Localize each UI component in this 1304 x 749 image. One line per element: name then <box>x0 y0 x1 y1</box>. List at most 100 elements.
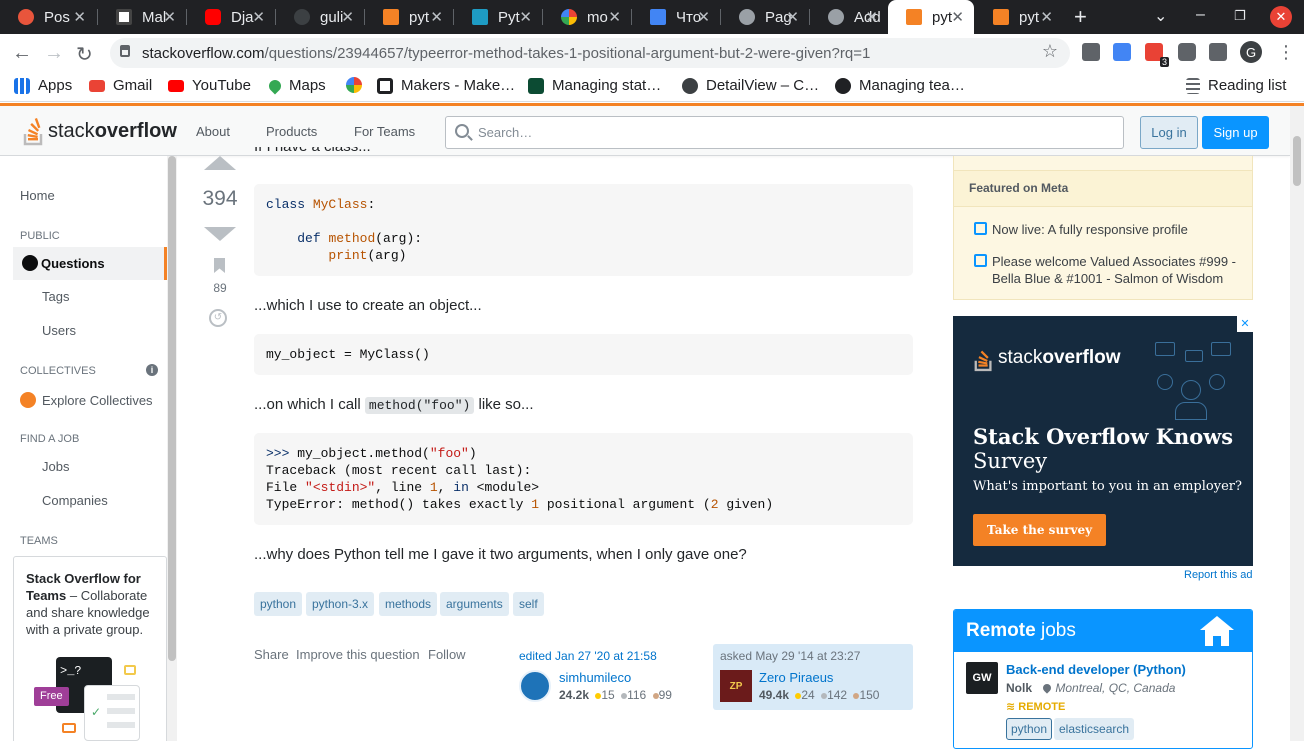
user-name[interactable]: simhumileco <box>559 670 631 685</box>
browser-tab[interactable]: guli ✕ <box>276 0 364 34</box>
job-tag-elasticsearch[interactable]: elasticsearch <box>1054 718 1135 740</box>
browser-tab[interactable]: mo ✕ <box>543 0 631 34</box>
nav-home[interactable]: Home <box>20 188 55 203</box>
page-scrollbar[interactable] <box>1290 106 1304 741</box>
close-tab-icon[interactable]: ✕ <box>163 8 176 26</box>
sidebar-scrollbar[interactable] <box>167 156 177 741</box>
close-tab-icon[interactable]: ✕ <box>341 8 354 26</box>
tag-arguments[interactable]: arguments <box>440 592 509 616</box>
close-window-button[interactable]: ✕ <box>1270 6 1292 28</box>
history-icon[interactable]: ↺ <box>209 309 227 327</box>
menu-icon[interactable]: ⋮ <box>1277 42 1295 63</box>
bookmark-gmail[interactable]: Gmail <box>89 77 152 94</box>
browser-tab[interactable]: pyt ✕ <box>365 0 453 34</box>
downvote-button[interactable] <box>204 227 236 241</box>
signup-button[interactable]: Sign up <box>1202 116 1269 149</box>
extension-icon[interactable] <box>1082 43 1100 61</box>
company-logo[interactable]: GW <box>966 662 998 694</box>
close-tab-icon[interactable]: ✕ <box>519 8 532 26</box>
browser-tab[interactable]: pyt ✕ <box>975 0 1063 34</box>
tab-search-icon[interactable]: ⌄ <box>1154 6 1167 26</box>
bookmark-github[interactable]: Managing tea… <box>835 77 965 94</box>
teams-promo[interactable]: Stack Overflow for Teams – Collaborate a… <box>13 556 167 741</box>
tag-methods[interactable]: methods <box>379 592 438 616</box>
bookmark-youtube[interactable]: YouTube <box>168 77 251 94</box>
browser-tab[interactable]: Dja ✕ <box>187 0 275 34</box>
back-button[interactable]: ← <box>12 42 32 65</box>
nav-about[interactable]: About <box>196 124 230 139</box>
so-logo[interactable]: stack overflow <box>22 116 177 146</box>
extension-badge-icon[interactable]: 3 <box>1145 43 1169 67</box>
edited-timestamp[interactable]: edited Jan 27 '20 at 21:58 <box>519 649 697 663</box>
close-tab-icon[interactable]: ✕ <box>697 8 710 26</box>
close-tab-icon[interactable]: ✕ <box>951 8 964 26</box>
avatar[interactable]: ZP <box>720 670 752 702</box>
share-link[interactable]: Share <box>254 647 289 662</box>
new-tab-button[interactable]: + <box>1074 4 1087 30</box>
search-icon <box>455 124 469 138</box>
forward-button[interactable]: → <box>44 42 64 65</box>
browser-tab[interactable]: Pyt ✕ <box>454 0 542 34</box>
close-tab-icon[interactable]: ✕ <box>252 8 265 26</box>
nav-products[interactable]: Products <box>266 124 317 139</box>
search-input[interactable]: Search… <box>445 116 1124 149</box>
browser-tab[interactable]: Что ✕ <box>632 0 720 34</box>
close-tab-icon[interactable]: ✕ <box>73 8 86 26</box>
nav-explore-collectives[interactable]: Explore Collectives <box>20 392 153 408</box>
media-icon[interactable] <box>1209 43 1227 61</box>
tag-python[interactable]: python <box>254 592 303 616</box>
browser-tab[interactable]: Pos ✕ <box>0 0 96 34</box>
browser-tab[interactable]: Pag ✕ <box>721 0 809 34</box>
nav-companies[interactable]: Companies <box>42 493 108 508</box>
job-tag-python[interactable]: python <box>1006 718 1053 740</box>
job-title-link[interactable]: Back-end developer (Python) <box>1006 662 1186 677</box>
bookmark-apps[interactable]: Apps <box>14 77 72 94</box>
bookmark-django[interactable]: Managing stat… <box>528 77 661 94</box>
ad-close-icon[interactable]: ✕ <box>1237 316 1253 332</box>
avatar[interactable] <box>519 670 551 702</box>
bookmark-detailview[interactable]: DetailView – C… <box>682 77 819 94</box>
nav-for-teams[interactable]: For Teams <box>354 124 415 139</box>
translate-icon[interactable] <box>1113 43 1131 61</box>
browser-tab[interactable]: Mal ✕ <box>98 0 186 34</box>
jobs-header[interactable]: Remote jobs <box>954 610 1252 652</box>
tag-python-3x[interactable]: python-3.x <box>306 592 375 616</box>
address-bar[interactable]: stackoverflow.com/questions/23944657/typ… <box>110 38 1070 68</box>
reload-button[interactable]: ↻ <box>76 42 93 67</box>
survey-ad[interactable]: ✕ stack overflow Stack Overflow Knows Sur… <box>953 316 1253 566</box>
restore-button[interactable]: ❐ <box>1234 8 1246 24</box>
meta-post-icon <box>974 222 987 235</box>
django-icon <box>528 77 544 94</box>
minimize-button[interactable]: – <box>1196 6 1205 24</box>
nav-users[interactable]: Users <box>42 323 76 338</box>
close-tab-icon[interactable]: ✕ <box>1040 8 1053 26</box>
browser-tab[interactable]: Add ✕ <box>810 0 888 34</box>
browser-tab-active[interactable]: pyt ✕ <box>888 0 974 34</box>
follow-link[interactable]: Follow <box>428 647 466 662</box>
take-survey-button[interactable]: Take the survey <box>973 514 1106 546</box>
close-tab-icon[interactable]: ✕ <box>786 8 799 26</box>
puzzle-icon[interactable] <box>1178 43 1196 61</box>
bookmark-star-icon[interactable]: ☆ <box>1042 41 1058 62</box>
close-tab-icon[interactable]: ✕ <box>865 8 878 26</box>
reading-list[interactable]: Reading list <box>1186 77 1286 94</box>
improve-question-link[interactable]: Improve this question <box>296 647 420 662</box>
info-icon[interactable]: i <box>146 364 158 376</box>
nav-questions[interactable]: Questions <box>13 247 167 280</box>
login-button[interactable]: Log in <box>1140 116 1198 149</box>
nav-tags[interactable]: Tags <box>42 289 69 304</box>
upvote-button[interactable] <box>204 156 236 170</box>
close-tab-icon[interactable]: ✕ <box>608 8 621 26</box>
tag-self[interactable]: self <box>513 592 544 616</box>
user-name[interactable]: Zero Piraeus <box>759 670 833 685</box>
bookmark-google[interactable] <box>346 77 370 93</box>
bookmark-makers[interactable]: Makers - Make… <box>377 77 515 94</box>
report-ad-link[interactable]: Report this ad <box>1184 569 1252 581</box>
meta-item-link[interactable]: Please welcome Valued Associates #999 - … <box>992 253 1242 287</box>
nav-jobs[interactable]: Jobs <box>42 459 69 474</box>
close-tab-icon[interactable]: ✕ <box>430 8 443 26</box>
bookmark-icon[interactable] <box>214 258 225 273</box>
meta-item-link[interactable]: Now live: A fully responsive profile <box>992 221 1242 238</box>
profile-avatar[interactable]: G <box>1240 41 1262 63</box>
bookmark-maps[interactable]: Maps <box>266 77 326 94</box>
